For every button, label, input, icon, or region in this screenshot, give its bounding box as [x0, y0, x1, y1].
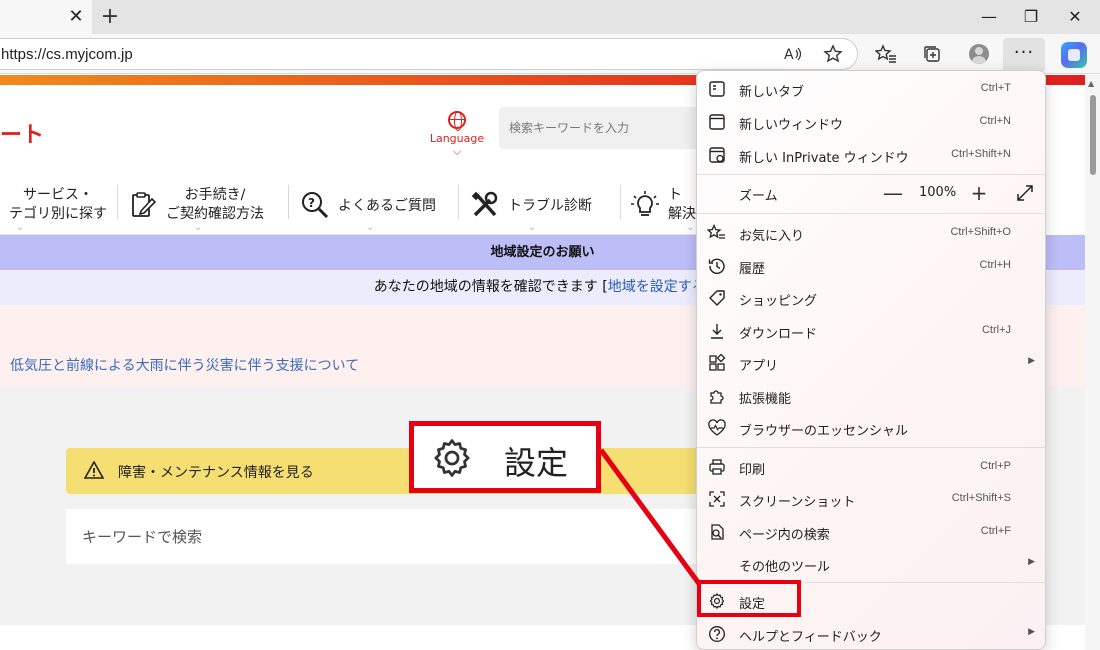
settings-callout-label: 設定 [504, 444, 569, 482]
callout-pointer-line [598, 448, 703, 587]
settings-gear-icon [430, 436, 474, 484]
settings-callout: 設定 [409, 421, 601, 493]
